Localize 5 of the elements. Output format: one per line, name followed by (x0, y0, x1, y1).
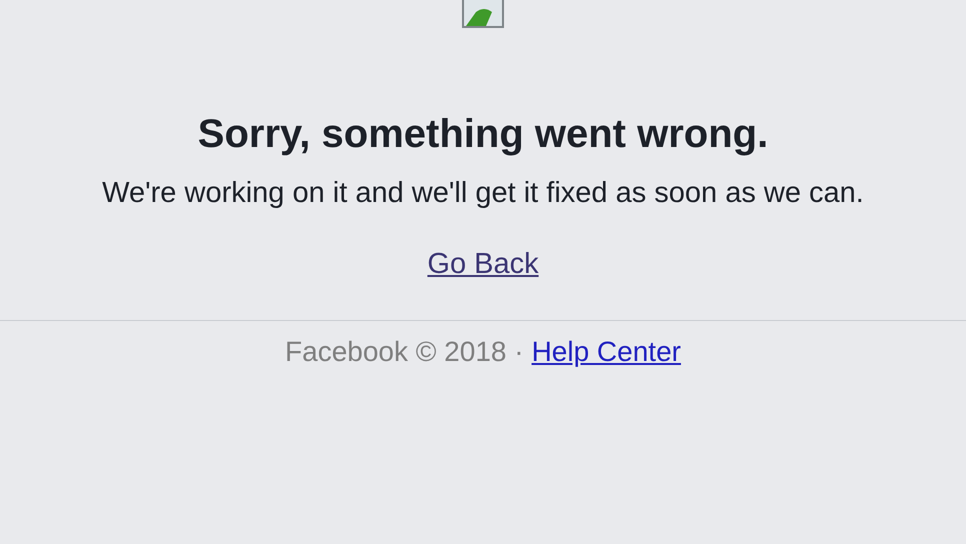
go-back-link[interactable]: Go Back (427, 246, 539, 282)
error-heading: Sorry, something went wrong. (198, 111, 768, 158)
error-message: We're working on it and we'll get it fixed as soon as we can. (102, 176, 864, 211)
help-center-link[interactable]: Help Center (532, 334, 681, 368)
copyright-text: Facebook © 2018 · (285, 334, 524, 368)
